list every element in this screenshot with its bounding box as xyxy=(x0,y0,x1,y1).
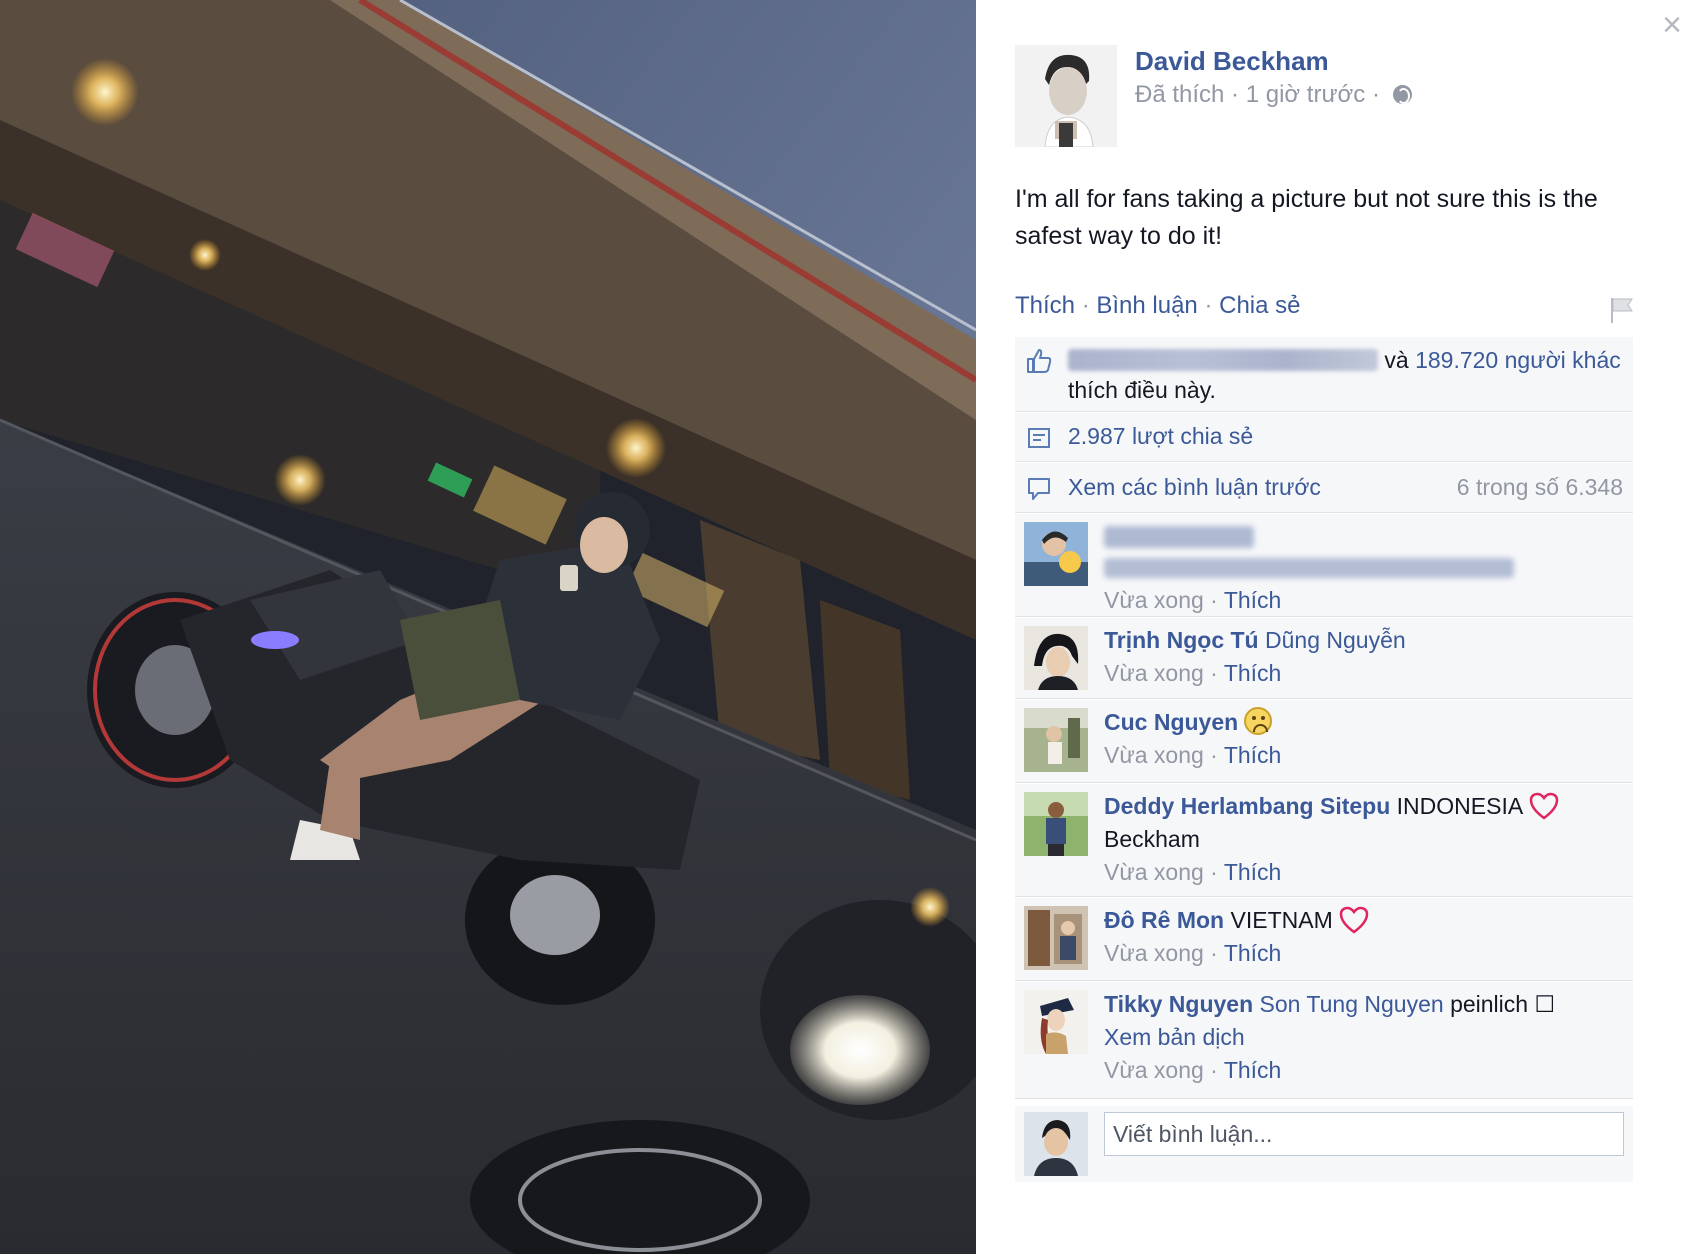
likes-summary: và 189.720 người khác thích điều này. xyxy=(1015,337,1633,412)
post-timestamp[interactable]: Đã thích · 1 giờ trước · xyxy=(1135,81,1387,108)
comment-item: Đô Rê Mon VIETNAM Vừa xong · Thích xyxy=(1015,898,1633,981)
comment-body: Trịnh Ngọc Tú Dũng Nguyễn Vừa xong · Thí… xyxy=(1104,624,1624,690)
commenter-name[interactable]: Deddy Herlambang Sitepu xyxy=(1104,793,1390,819)
comment-action[interactable]: Bình luận xyxy=(1096,292,1197,319)
comment-body: Tikky Nguyen Son Tung Nguyen peinlich ☐ … xyxy=(1104,988,1624,1087)
likes-connector: và xyxy=(1378,347,1416,373)
comment-composer xyxy=(1015,1106,1633,1182)
comment-body: Vừa xong · Thích xyxy=(1104,520,1624,617)
like-action[interactable]: Thích xyxy=(1015,292,1075,319)
heart-icon xyxy=(1339,906,1368,934)
commenter-name[interactable]: Trịnh Ngọc Tú xyxy=(1104,627,1259,653)
action-separator: · xyxy=(1197,292,1220,319)
likes-text: và 189.720 người khác thích điều này. xyxy=(1068,345,1628,405)
commenter-avatar[interactable] xyxy=(1024,626,1088,690)
heart-icon xyxy=(1529,792,1559,820)
comment-text: INDONESIA xyxy=(1396,793,1524,819)
comment-item: Vừa xong · Thích xyxy=(1015,514,1633,617)
author-name[interactable]: David Beckham xyxy=(1135,46,1329,77)
comment-bubble-icon xyxy=(1028,478,1050,500)
comment-item: Cuc Nguyen Vừa xong · Thích xyxy=(1015,700,1633,783)
likes-suffix: thích điều này. xyxy=(1068,377,1216,403)
comment-like-link[interactable]: Thích xyxy=(1224,587,1282,613)
globe-icon xyxy=(1392,85,1412,104)
view-previous-comments-link[interactable]: Xem các bình luận trước xyxy=(1068,474,1321,501)
commenter-name[interactable]: Đô Rê Mon xyxy=(1104,907,1224,933)
flag-icon[interactable] xyxy=(1608,296,1634,324)
redacted-commenter-name[interactable] xyxy=(1104,526,1254,548)
comment-time: Vừa xong · xyxy=(1104,859,1224,885)
shares-link[interactable]: 2.987 lượt chia sẻ xyxy=(1068,423,1253,450)
comment-like-link[interactable]: Thích xyxy=(1224,940,1282,966)
comment-time: Vừa xong · xyxy=(1104,587,1224,613)
see-translation-link[interactable]: Xem bản dịch xyxy=(1104,1024,1245,1050)
comment-time: Vừa xong · xyxy=(1104,742,1224,768)
commenter-avatar[interactable] xyxy=(1024,522,1088,586)
previous-comments-row[interactable]: Xem các bình luận trước 6 trong số 6.348 xyxy=(1015,463,1633,513)
comment-text: peinlich ☐ xyxy=(1450,991,1556,1017)
comment-item: Trịnh Ngọc Tú Dũng Nguyễn Vừa xong · Thí… xyxy=(1015,618,1633,699)
commenter-name[interactable]: Cuc Nguyen xyxy=(1104,709,1238,735)
post-detail-panel: × David Beckham Đã thích · 1 giờ trước ·… xyxy=(976,0,1698,1254)
commenter-avatar[interactable] xyxy=(1024,906,1088,970)
comment-count: 6 trong số 6.348 xyxy=(1456,474,1623,500)
comment-text: VIETNAM xyxy=(1230,907,1333,933)
share-action[interactable]: Chia sẻ xyxy=(1219,292,1300,319)
shares-summary[interactable]: 2.987 lượt chia sẻ xyxy=(1015,413,1633,462)
comment-like-link[interactable]: Thích xyxy=(1224,859,1282,885)
comment-like-link[interactable]: Thích xyxy=(1224,1057,1282,1083)
comment-time: Vừa xong · xyxy=(1104,660,1224,686)
commenter-avatar[interactable] xyxy=(1024,708,1088,772)
comment-like-link[interactable]: Thích xyxy=(1224,660,1282,686)
comment-body: Deddy Herlambang Sitepu INDONESIA Beckha… xyxy=(1104,790,1624,889)
commenter-avatar[interactable] xyxy=(1024,990,1088,1054)
commenter-name[interactable]: Tikky Nguyen xyxy=(1104,991,1253,1017)
tagged-user[interactable]: Son Tung Nguyen xyxy=(1260,991,1444,1017)
comment-time: Vừa xong · xyxy=(1104,940,1224,966)
comment-input[interactable] xyxy=(1104,1112,1624,1156)
comment-body: Cuc Nguyen Vừa xong · Thích xyxy=(1104,706,1624,772)
post-photo[interactable] xyxy=(0,0,976,1254)
thumbs-up-icon xyxy=(1027,349,1052,373)
tagged-user[interactable]: Dũng Nguyễn xyxy=(1265,627,1406,653)
redacted-comment-link[interactable] xyxy=(1104,558,1514,578)
post-text: I'm all for fans taking a picture but no… xyxy=(1015,185,1598,250)
photo-image xyxy=(0,0,976,1254)
comment-item: Deddy Herlambang Sitepu INDONESIA Beckha… xyxy=(1015,784,1633,897)
current-user-avatar xyxy=(1024,1112,1088,1176)
likes-others-link[interactable]: 189.720 người khác xyxy=(1415,347,1621,373)
comment-like-link[interactable]: Thích xyxy=(1224,742,1282,768)
author-avatar[interactable] xyxy=(1015,45,1117,147)
comment-body: Đô Rê Mon VIETNAM Vừa xong · Thích xyxy=(1104,904,1624,970)
share-icon xyxy=(1028,428,1050,448)
close-icon[interactable]: × xyxy=(1662,8,1682,42)
liker-names-redacted[interactable] xyxy=(1068,349,1378,371)
post-actions: Thích · Bình luận · Chia sẻ xyxy=(1015,292,1300,320)
commenter-avatar[interactable] xyxy=(1024,792,1088,856)
frown-emoji-icon xyxy=(1244,707,1273,735)
comment-item: Tikky Nguyen Son Tung Nguyen peinlich ☐ … xyxy=(1015,982,1633,1099)
post-meta: Đã thích · 1 giờ trước · xyxy=(1135,81,1412,109)
action-separator: · xyxy=(1075,292,1097,319)
comment-text-continued: Beckham xyxy=(1104,826,1200,852)
comment-time: Vừa xong · xyxy=(1104,1057,1224,1083)
